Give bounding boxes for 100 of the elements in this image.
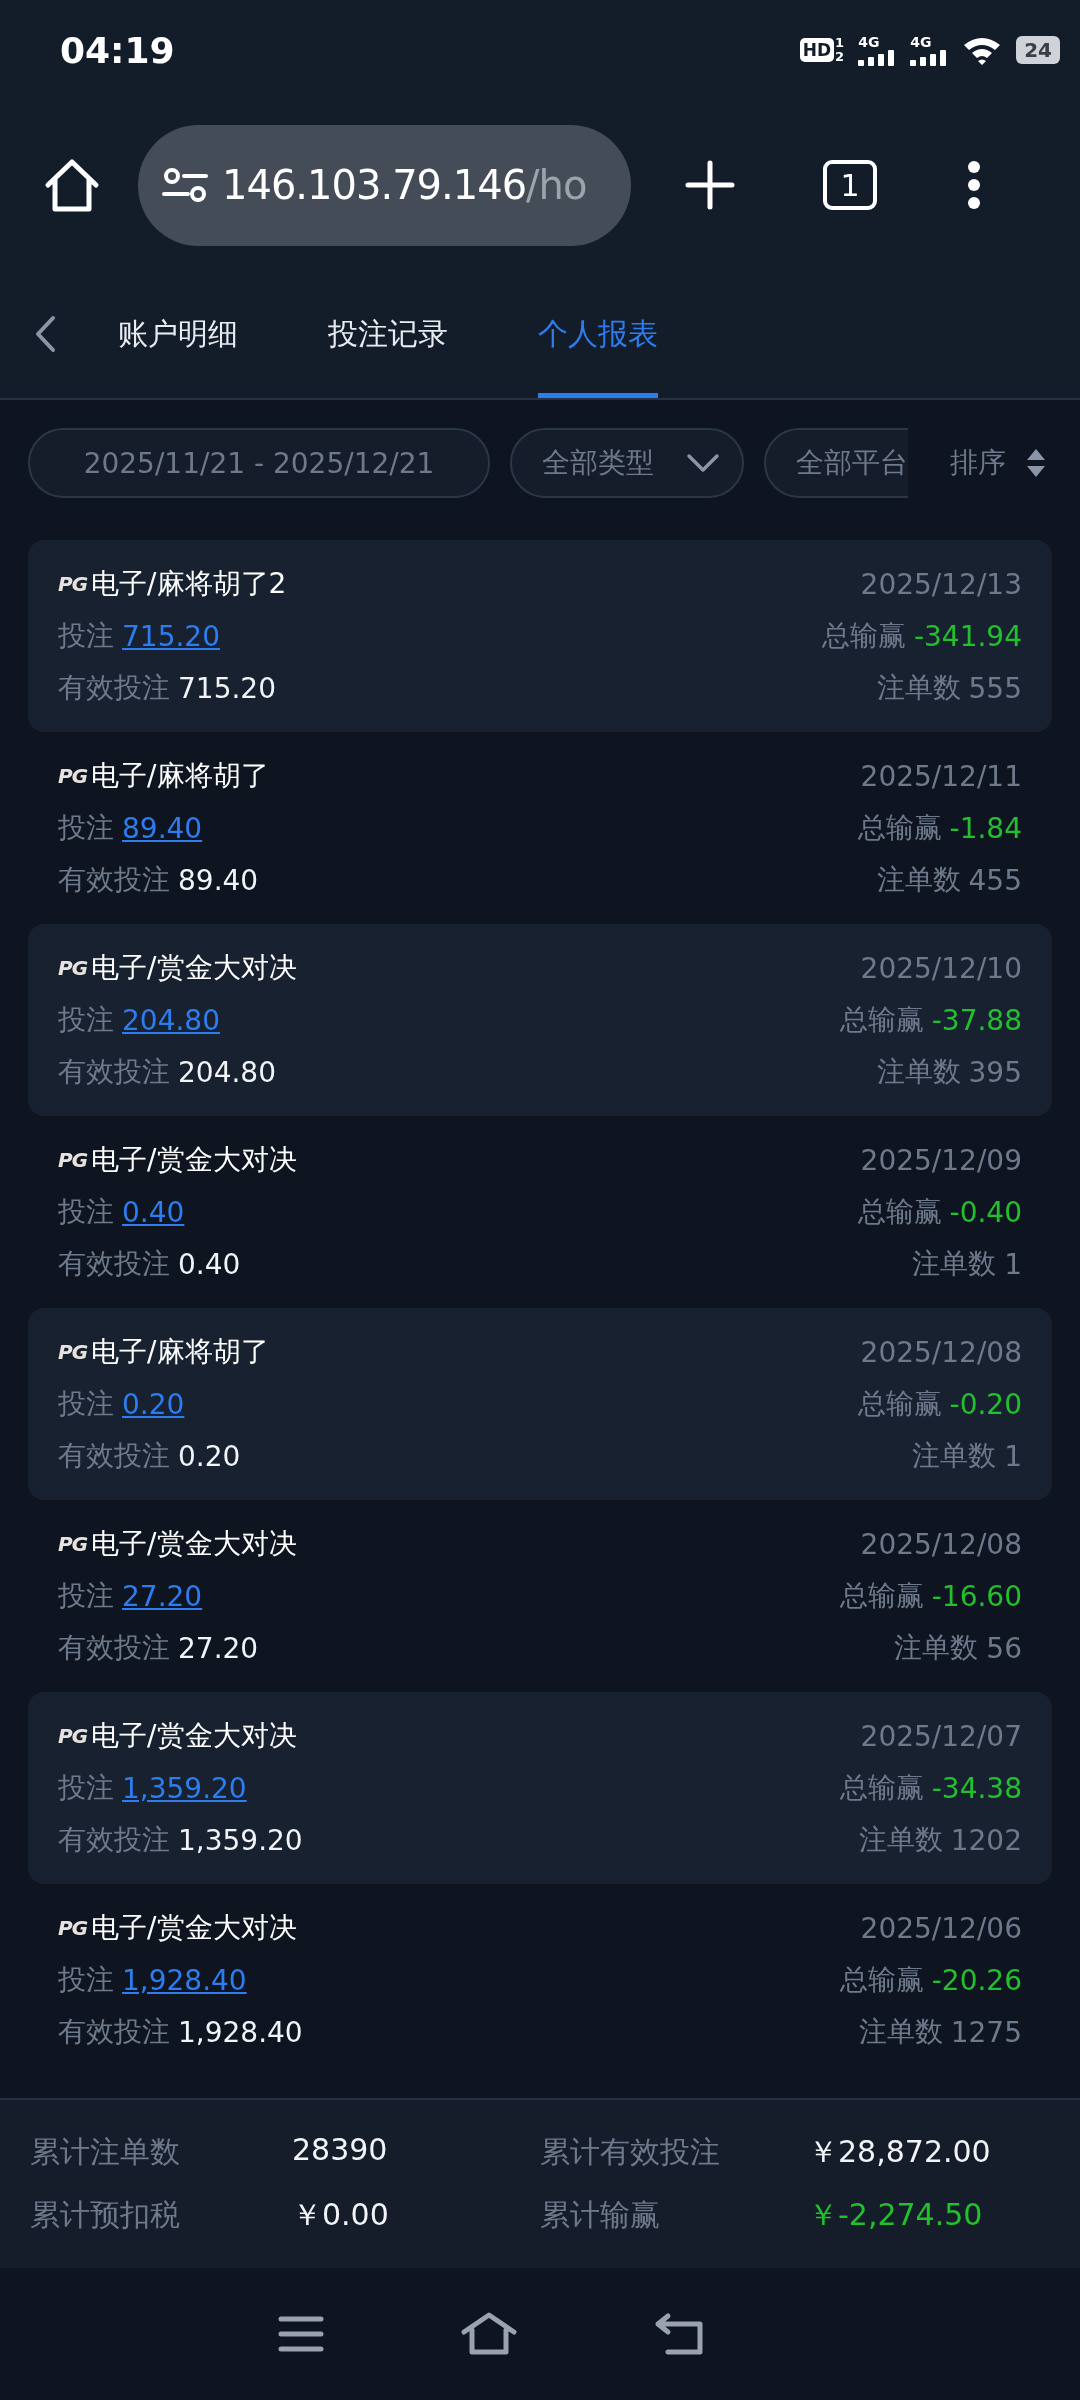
game-title: 电子/麻将胡了2 [91, 566, 287, 602]
valid-bet-value: 715.20 [178, 671, 276, 705]
record-date: 2025/12/13 [860, 567, 1022, 601]
record-date: 2025/12/08 [860, 1335, 1022, 1369]
brand-logo: PG [58, 1340, 88, 1364]
valid-bet-label: 有效投注 [58, 670, 170, 706]
game-title: 电子/赏金大对决 [91, 1718, 297, 1754]
brand-logo: PG [58, 1916, 88, 1940]
bet-label: 投注 [58, 1962, 114, 1998]
signal-icon [910, 49, 949, 66]
clock-time: 04:19 [60, 29, 175, 71]
order-count-label: 注单数 [912, 1438, 997, 1474]
plus-icon[interactable] [685, 160, 735, 210]
url-path: /ho [526, 162, 587, 208]
win-loss-value: -1.84 [949, 811, 1022, 845]
tab[interactable]: 账户明细 [118, 270, 238, 398]
summary-label: 累计有效投注 [540, 2133, 721, 2171]
game-title: 电子/赏金大对决 [91, 950, 297, 986]
game-title: 电子/赏金大对决 [91, 1142, 297, 1178]
record-date: 2025/12/06 [860, 1911, 1022, 1945]
wifi-icon [962, 35, 1003, 65]
summary-value: ￥0.00 [292, 2196, 390, 2234]
bet-label: 投注 [58, 1386, 114, 1422]
order-count-label: 注单数 [876, 862, 961, 898]
win-loss-value: -16.60 [931, 1579, 1022, 1613]
order-count-label: 注单数 [876, 670, 961, 706]
menu-icon[interactable] [278, 2315, 324, 2353]
brand-logo: PG [58, 1532, 88, 1556]
platform-dropdown[interactable]: 全部平台 [764, 428, 908, 498]
brand-logo: PG [58, 1724, 88, 1748]
bet-amount-link[interactable]: 1,359.20 [122, 1771, 247, 1805]
valid-bet-label: 有效投注 [58, 1246, 170, 1282]
record-date: 2025/12/07 [860, 1719, 1022, 1753]
date-range-field[interactable]: 2025/11/21 - 2025/12/21 [28, 428, 490, 498]
win-loss-label: 总输赢 [839, 1770, 924, 1806]
order-count-label: 注单数 [858, 1822, 943, 1858]
order-count-label: 注单数 [912, 1246, 997, 1282]
order-count-value: 555 [968, 671, 1022, 705]
valid-bet-label: 有效投注 [58, 1054, 170, 1090]
bet-amount-link[interactable]: 1,928.40 [122, 1963, 247, 1997]
win-loss-value: -341.94 [913, 619, 1022, 653]
summary-label: 累计注单数 [30, 2133, 181, 2171]
sort-icon [1026, 448, 1046, 478]
win-loss-label: 总输赢 [857, 1386, 942, 1422]
site-settings-icon[interactable] [162, 167, 208, 203]
win-loss-value: -0.40 [949, 1195, 1022, 1229]
sort-button[interactable]: 排序 [950, 444, 1046, 482]
address-bar[interactable]: 146.103.79.146/ho [138, 124, 631, 246]
order-count-value: 1202 [950, 1823, 1022, 1857]
win-loss-value: -20.26 [931, 1963, 1022, 1997]
bet-amount-link[interactable]: 0.20 [122, 1387, 185, 1421]
win-loss-value: -34.38 [931, 1771, 1022, 1805]
more-icon[interactable] [967, 161, 981, 209]
brand-logo: PG [58, 956, 88, 980]
order-count-value: 1 [1004, 1439, 1022, 1473]
tab[interactable]: 个人报表 [538, 270, 658, 398]
battery-indicator: 24 [1016, 36, 1060, 64]
bet-amount-link[interactable]: 27.20 [122, 1579, 203, 1613]
record-date: 2025/12/10 [860, 951, 1022, 985]
tab-count-button[interactable]: 1 [823, 160, 877, 210]
summary-value: ￥28,872.00 [808, 2133, 992, 2171]
valid-bet-label: 有效投注 [58, 862, 170, 898]
order-count-value: 395 [968, 1055, 1022, 1089]
valid-bet-value: 0.20 [178, 1439, 241, 1473]
type-dropdown[interactable]: 全部类型 [510, 428, 744, 498]
bet-label: 投注 [58, 1002, 114, 1038]
order-count-label: 注单数 [894, 1630, 979, 1666]
bet-label: 投注 [58, 618, 114, 654]
valid-bet-label: 有效投注 [58, 2014, 170, 2050]
valid-bet-value: 0.40 [178, 1247, 241, 1281]
summary-label: 累计输赢 [540, 2196, 661, 2234]
bet-amount-link[interactable]: 89.40 [122, 811, 203, 845]
record-date: 2025/12/08 [860, 1527, 1022, 1561]
valid-bet-value: 204.80 [178, 1055, 276, 1089]
bet-label: 投注 [58, 810, 114, 846]
bet-amount-link[interactable]: 204.80 [122, 1003, 220, 1037]
valid-bet-label: 有效投注 [58, 1438, 170, 1474]
win-loss-label: 总输赢 [857, 810, 942, 846]
order-count-value: 1275 [950, 2015, 1022, 2049]
win-loss-label: 总输赢 [839, 1002, 924, 1038]
order-count-label: 注单数 [876, 1054, 961, 1090]
valid-bet-value: 1,359.20 [178, 1823, 303, 1857]
valid-bet-label: 有效投注 [58, 1822, 170, 1858]
brand-logo: PG [58, 1148, 88, 1172]
summary-value: ￥-2,274.50 [808, 2196, 984, 2234]
win-loss-label: 总输赢 [839, 1962, 924, 1998]
back-icon[interactable] [34, 315, 56, 353]
bet-amount-link[interactable]: 0.40 [122, 1195, 185, 1229]
game-title: 电子/赏金大对决 [91, 1526, 297, 1562]
order-count-value: 455 [968, 863, 1022, 897]
brand-logo: PG [58, 572, 88, 596]
tab[interactable]: 投注记录 [328, 270, 448, 398]
bet-label: 投注 [58, 1578, 114, 1614]
win-loss-value: -0.20 [949, 1387, 1022, 1421]
home-icon[interactable] [460, 2312, 518, 2356]
bet-label: 投注 [58, 1770, 114, 1806]
back-icon[interactable] [654, 2312, 704, 2356]
brand-logo: PG [58, 764, 88, 788]
bet-amount-link[interactable]: 715.20 [122, 619, 220, 653]
order-count-label: 注单数 [858, 2014, 943, 2050]
